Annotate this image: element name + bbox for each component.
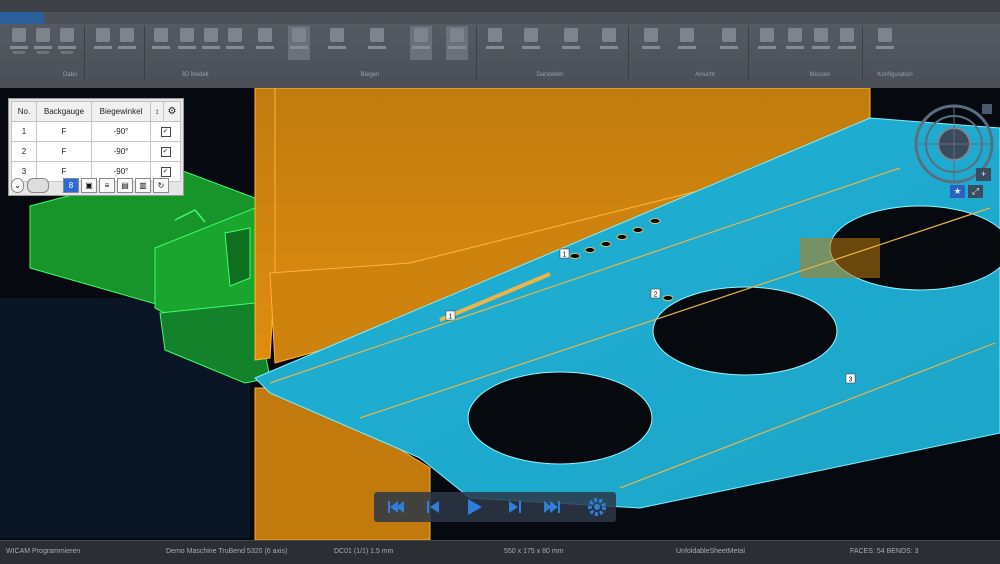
separator bbox=[628, 26, 629, 82]
cell-backgauge[interactable]: F bbox=[36, 121, 92, 142]
bend-table-panel: No. Backgauge Biegewinkel ↕ ⚙ 1 F -90° ✓… bbox=[8, 98, 184, 196]
row-checkbox[interactable]: ✓ bbox=[160, 147, 171, 157]
ribbon-button-bend-7[interactable] bbox=[326, 26, 348, 60]
ribbon-button-measure-1[interactable] bbox=[756, 26, 778, 60]
status-counts: FACES: 54 BENDS: 3 bbox=[850, 548, 919, 555]
ribbon-button-config[interactable] bbox=[874, 26, 896, 60]
row-checkbox[interactable]: ✓ bbox=[160, 167, 171, 177]
ribbon-button-display-1[interactable] bbox=[640, 26, 662, 60]
ribbon-button-open[interactable] bbox=[8, 26, 30, 60]
ribbon-button-view-4[interactable] bbox=[598, 26, 620, 60]
cell-angle[interactable]: -90° bbox=[91, 141, 151, 162]
gear-icon[interactable]: ⚙ bbox=[168, 106, 177, 117]
play-icon[interactable] bbox=[460, 495, 486, 519]
table-row[interactable]: 1 F -90° ✓ bbox=[11, 121, 181, 142]
status-bend-info: DC01 (1/1) 1.5 mm bbox=[334, 548, 394, 555]
bend-label: 1 bbox=[563, 252, 567, 259]
ribbon-button-measure-2[interactable] bbox=[784, 26, 806, 60]
bend-label: 3 bbox=[849, 377, 853, 384]
star-icon[interactable]: ★ bbox=[950, 185, 965, 198]
group-label-bend: Biegen bbox=[360, 72, 380, 78]
status-dimensions: 550 x 175 x 80 mm bbox=[504, 548, 564, 555]
status-bar: WICAM Programmieren Demo Maschine TruBen… bbox=[0, 540, 1000, 564]
ribbon-button-display-3[interactable] bbox=[718, 26, 740, 60]
group-label-config: Konfiguration bbox=[877, 72, 913, 78]
ribbon-button-view-2[interactable] bbox=[520, 26, 542, 60]
ribbon-button-bend-5[interactable] bbox=[254, 26, 276, 60]
separator bbox=[476, 26, 477, 82]
ribbon-button-model-a[interactable] bbox=[92, 26, 114, 60]
ribbon-button-measure-3[interactable] bbox=[810, 26, 832, 60]
ribbon-button-save[interactable] bbox=[32, 26, 54, 60]
column-header-no[interactable]: No. bbox=[11, 101, 37, 122]
group-label-file: Datei bbox=[62, 72, 77, 78]
status-state: UnfoldableSheetMetal bbox=[676, 548, 745, 555]
ribbon-button-model-b[interactable] bbox=[116, 26, 138, 60]
cell-angle[interactable]: -90° bbox=[91, 121, 151, 142]
ribbon-button-bend-3[interactable] bbox=[200, 26, 222, 60]
bend-table-toolbar: ⌄ 8 ▣ ≡ ▤ ▥ ↻ bbox=[11, 178, 181, 193]
zoom-in-icon[interactable]: + bbox=[976, 168, 991, 181]
ribbon-button-bend-1[interactable] bbox=[150, 26, 172, 60]
ribbon-button-bend-6[interactable] bbox=[288, 26, 310, 60]
column-header-sort[interactable]: ↕ bbox=[150, 101, 164, 122]
skip-to-end-icon[interactable] bbox=[540, 495, 566, 519]
column-header-angle[interactable]: Biegewinkel bbox=[91, 101, 151, 122]
ribbon-button-bend-9[interactable] bbox=[410, 26, 432, 60]
table-header-row: No. Backgauge Biegewinkel ↕ ⚙ bbox=[11, 101, 181, 122]
ribbon-tab-row bbox=[44, 12, 1000, 24]
table-row[interactable]: 2 F -90° ✓ bbox=[11, 141, 181, 162]
lock-icon[interactable]: ▣ bbox=[81, 178, 97, 193]
ribbon-button-bend-4[interactable] bbox=[224, 26, 246, 60]
list-icon[interactable]: ≡ bbox=[99, 178, 115, 193]
group-label-view: Ansicht bbox=[695, 72, 715, 78]
toggle-switch[interactable] bbox=[27, 178, 49, 193]
ribbon-button-view-3[interactable] bbox=[560, 26, 582, 60]
ribbon-button-view-1[interactable] bbox=[484, 26, 506, 60]
bend-label: 1 bbox=[449, 314, 453, 321]
expand-icon[interactable]: ▥ bbox=[135, 178, 151, 193]
column-header-backgauge[interactable]: Backgauge bbox=[36, 101, 92, 122]
ribbon-button-display-2[interactable] bbox=[676, 26, 698, 60]
ribbon-button-bend-2[interactable] bbox=[176, 26, 198, 60]
status-machine[interactable]: Demo Maschine TruBend 5320 (6 axis) bbox=[166, 548, 287, 555]
ribbon-button-measure-4[interactable] bbox=[836, 26, 858, 60]
cell-no: 2 bbox=[11, 141, 37, 162]
cell-no: 1 bbox=[11, 121, 37, 142]
fit-view-icon[interactable]: ⤢ bbox=[968, 185, 983, 198]
separator bbox=[144, 26, 145, 82]
bend-table: No. Backgauge Biegewinkel ↕ ⚙ 1 F -90° ✓… bbox=[11, 101, 181, 182]
collapse-icon[interactable]: ⌄ bbox=[11, 178, 24, 193]
file-tab[interactable] bbox=[0, 12, 44, 24]
group-label-measure: Messen bbox=[809, 72, 831, 78]
step-back-icon[interactable] bbox=[420, 495, 446, 519]
ribbon-button-bend-10[interactable] bbox=[446, 26, 468, 60]
skip-to-start-icon[interactable] bbox=[382, 495, 408, 519]
group-label-3d-model: 3D Modell bbox=[181, 72, 209, 78]
ribbon: Datei 3D Modell Biegen Darstellen Ansich… bbox=[0, 0, 1000, 89]
playback-bar bbox=[374, 492, 616, 522]
reset-icon[interactable]: ↻ bbox=[153, 178, 169, 193]
cell-backgauge[interactable]: F bbox=[36, 141, 92, 162]
status-app-name: WICAM Programmieren bbox=[6, 548, 81, 555]
separator bbox=[748, 26, 749, 82]
step-forward-icon[interactable] bbox=[502, 495, 528, 519]
group-label-display: Darstellen bbox=[536, 72, 564, 78]
bend-count-button[interactable]: 8 bbox=[63, 178, 79, 193]
align-icon[interactable]: ▤ bbox=[117, 178, 133, 193]
gear-icon[interactable] bbox=[584, 495, 610, 519]
column-header-settings[interactable]: ⚙ bbox=[163, 101, 181, 122]
ribbon-button-import[interactable] bbox=[56, 26, 78, 60]
row-checkbox[interactable]: ✓ bbox=[160, 127, 171, 137]
title-bar bbox=[0, 0, 1000, 12]
bend-label: 2 bbox=[654, 292, 658, 299]
ribbon-button-bend-8[interactable] bbox=[366, 26, 388, 60]
